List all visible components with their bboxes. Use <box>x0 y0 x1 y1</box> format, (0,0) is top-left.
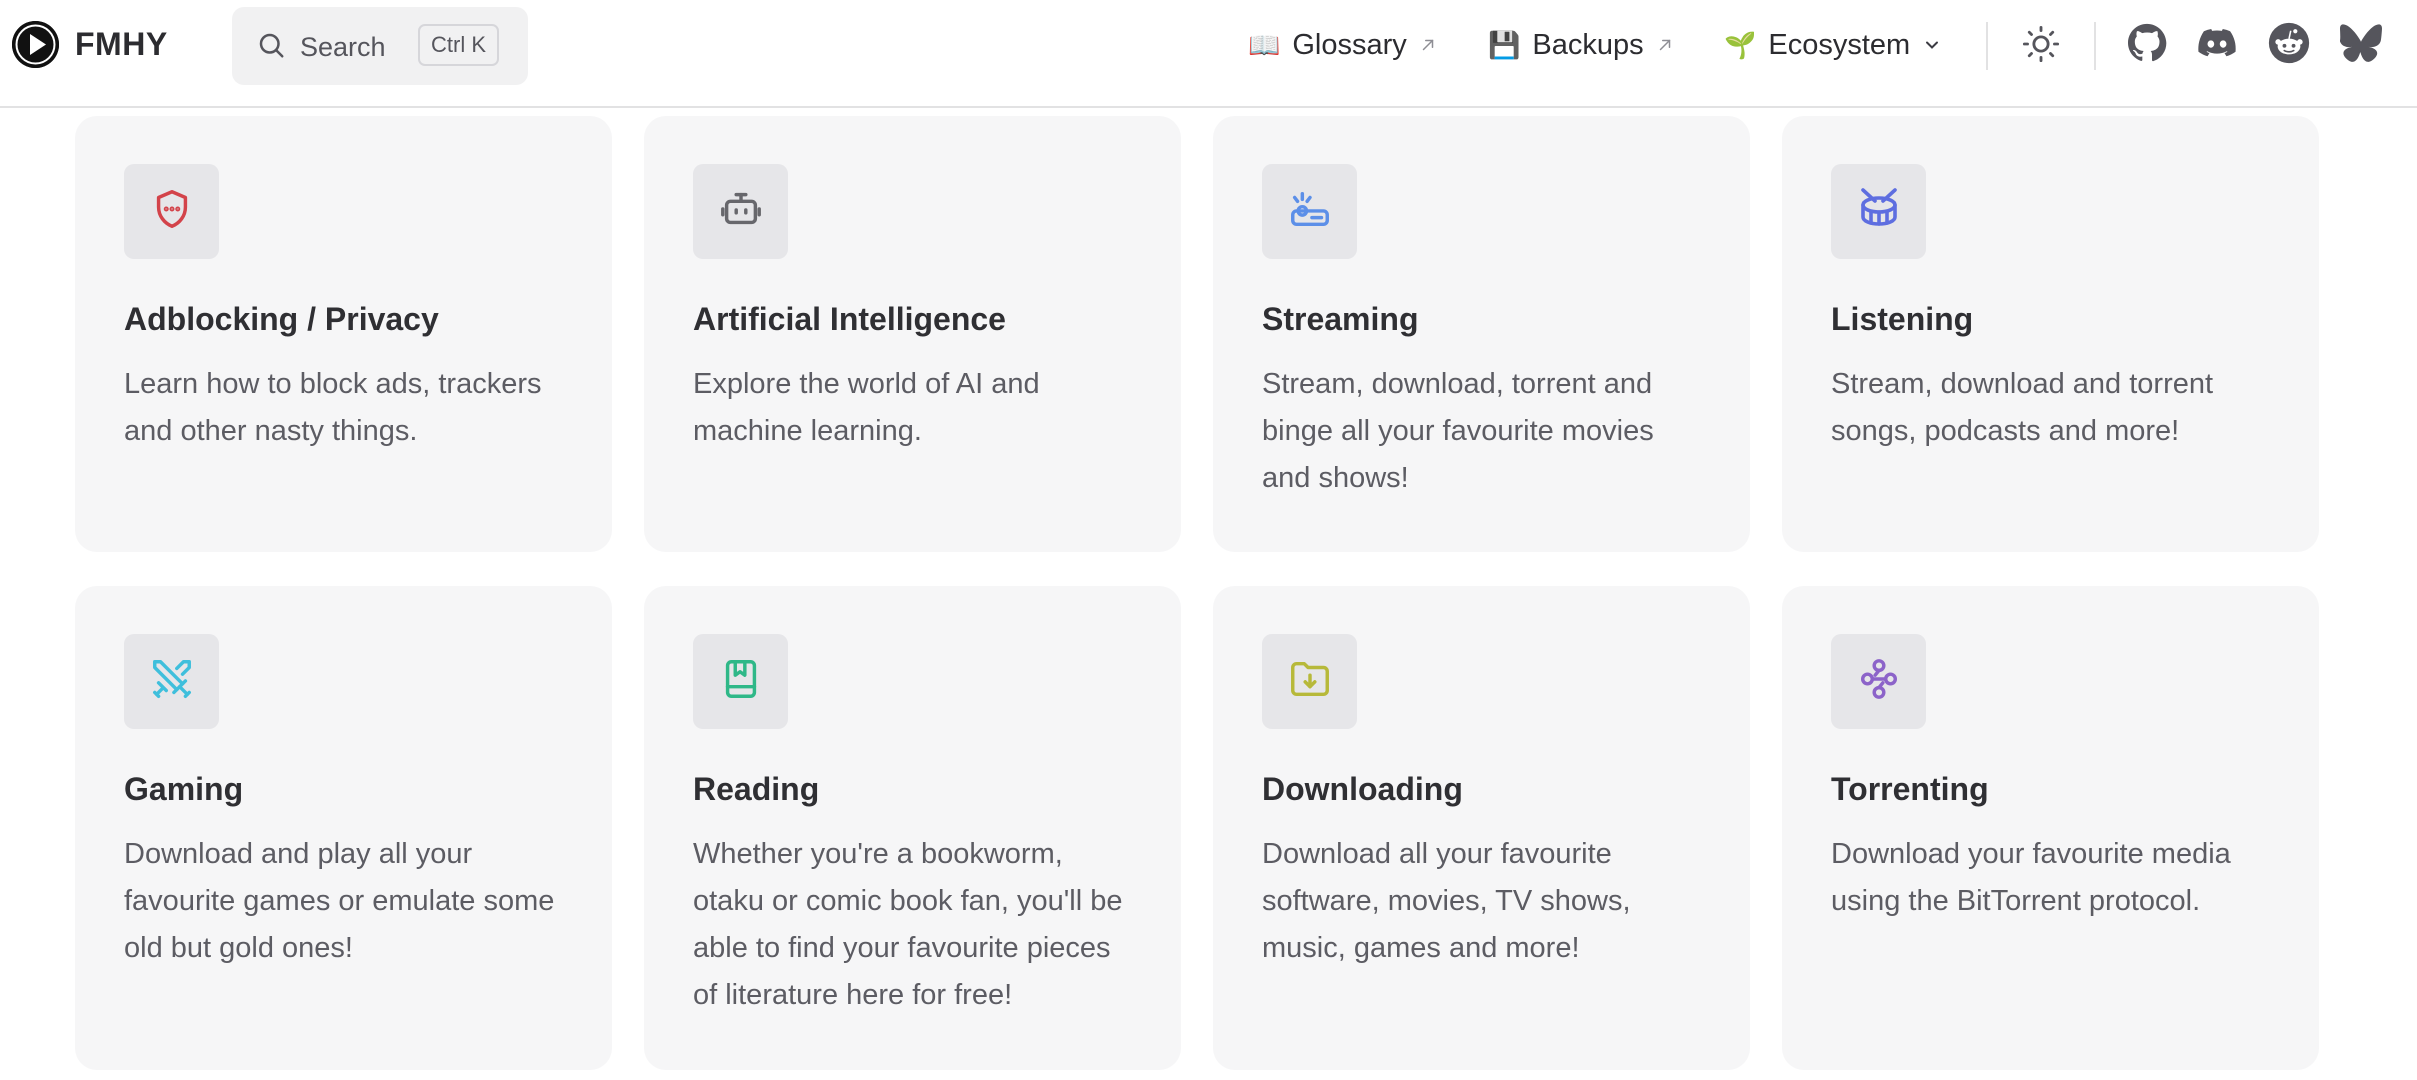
card-downloading[interactable]: Downloading Download all your favourite … <box>1213 586 1750 1070</box>
nav-divider <box>2094 22 2096 70</box>
nav-ecosystem-label: Ecosystem <box>1768 28 1911 61</box>
router-icon <box>1287 186 1333 237</box>
card-description: Stream, download, torrent and binge all … <box>1262 368 1654 494</box>
book-icon <box>718 656 764 707</box>
external-link-icon <box>1656 36 1674 54</box>
folder-download-icon <box>1287 656 1333 707</box>
card-icon-box <box>693 164 788 259</box>
github-link[interactable] <box>2126 23 2168 68</box>
brand-name: FMHY <box>75 25 168 62</box>
card-title: Adblocking / Privacy <box>124 301 439 337</box>
card-description: Stream, download and torrent songs, podc… <box>1831 368 2214 447</box>
shield-icon <box>149 186 195 237</box>
card-description: Explore the world of AI and machine lear… <box>693 368 1040 447</box>
card-listening[interactable]: Listening Stream, download and torrent s… <box>1782 116 2319 552</box>
nav-divider <box>1986 22 1988 70</box>
drum-icon <box>1855 185 1903 238</box>
card-title: Artificial Intelligence <box>693 301 1006 337</box>
reddit-link[interactable] <box>2268 22 2310 69</box>
card-title: Listening <box>1831 301 1974 337</box>
card-title: Gaming <box>124 771 244 807</box>
discord-link[interactable] <box>2196 24 2238 66</box>
search-button[interactable]: Search Ctrl K <box>232 7 528 85</box>
github-icon <box>2127 23 2167 68</box>
bluesky-link[interactable] <box>2339 23 2382 68</box>
bluesky-icon <box>2339 23 2382 68</box>
card-description: Download your favourite media using the … <box>1831 838 2231 917</box>
card-description: Whether you're a bookworm, otaku or comi… <box>693 838 1123 1011</box>
card-description: Learn how to block ads, trackers and oth… <box>124 368 542 447</box>
card-adblocking-privacy[interactable]: Adblocking / Privacy Learn how to block … <box>75 116 612 552</box>
card-icon-box <box>124 634 219 729</box>
card-title: Streaming <box>1262 301 1419 337</box>
theme-toggle-button[interactable] <box>2020 24 2062 66</box>
sun-icon <box>2022 25 2060 66</box>
nav-backups-link[interactable]: 💾 Backups <box>1488 24 1674 66</box>
nav-glossary-link[interactable]: 📖 Glossary <box>1248 24 1437 66</box>
seedling-emoji-icon: 🌱 <box>1724 29 1757 60</box>
card-icon-box <box>124 164 219 259</box>
card-title: Reading <box>693 771 820 807</box>
book-emoji-icon: 📖 <box>1248 29 1281 60</box>
discord-icon <box>2196 22 2238 69</box>
robot-icon <box>718 186 764 237</box>
play-logo-icon <box>12 20 59 68</box>
card-gaming[interactable]: Gaming Download and play all your favour… <box>75 586 612 1070</box>
external-link-icon <box>1419 36 1437 54</box>
card-title: Downloading <box>1262 771 1463 807</box>
card-artificial-intelligence[interactable]: Artificial Intelligence Explore the worl… <box>644 116 1181 552</box>
search-shortcut-badge: Ctrl K <box>418 24 499 66</box>
card-torrenting[interactable]: Torrenting Download your favourite media… <box>1782 586 2319 1070</box>
card-icon-box <box>1831 164 1926 259</box>
card-icon-box <box>1831 634 1926 729</box>
chevron-down-icon <box>1922 35 1942 55</box>
brand-logo-link[interactable]: FMHY <box>12 18 168 70</box>
card-icon-box <box>1262 634 1357 729</box>
floppy-emoji-icon: 💾 <box>1488 29 1521 60</box>
search-label: Search <box>300 32 386 62</box>
nav-backups-label: Backups <box>1532 28 1644 61</box>
card-description: Download and play all your favourite gam… <box>124 838 555 964</box>
card-icon-box <box>1262 164 1357 259</box>
reddit-icon <box>2268 22 2310 69</box>
nav-glossary-label: Glossary <box>1292 28 1407 61</box>
nav-ecosystem-dropdown[interactable]: 🌱 Ecosystem <box>1724 24 1942 66</box>
card-reading[interactable]: Reading Whether you're a bookworm, otaku… <box>644 586 1181 1070</box>
swords-icon <box>149 656 195 707</box>
card-title: Torrenting <box>1831 771 1989 807</box>
network-icon <box>1856 656 1902 707</box>
search-icon <box>256 30 286 65</box>
top-navbar: FMHY Search Ctrl K 📖 Glossary 💾 Backups … <box>0 0 2417 108</box>
card-description: Download all your favourite software, mo… <box>1262 838 1631 964</box>
card-streaming[interactable]: Streaming Stream, download, torrent and … <box>1213 116 1750 552</box>
card-icon-box <box>693 634 788 729</box>
